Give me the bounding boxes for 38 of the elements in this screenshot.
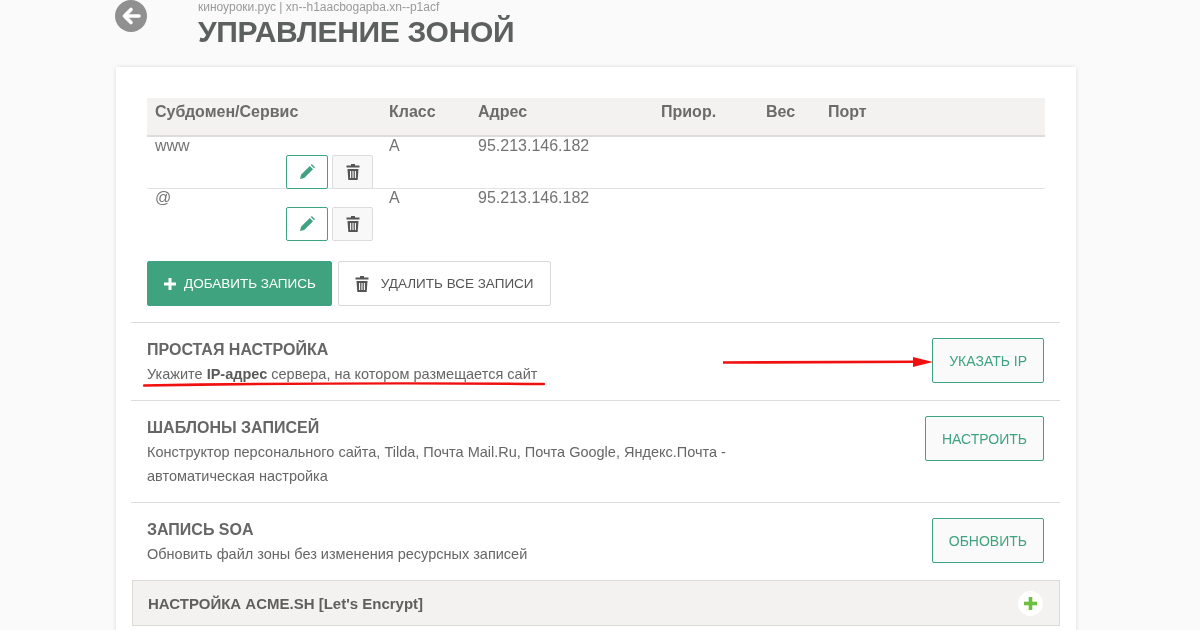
delete-button[interactable] — [332, 207, 373, 241]
pencil-icon — [299, 216, 315, 232]
table-cell-text: A — [388, 137, 400, 155]
trash-icon — [354, 275, 369, 292]
section-title: ШАБЛОНЫ ЗАПИСЕЙ — [147, 417, 320, 438]
table-cell-text: www — [154, 137, 190, 155]
section-title: ПРОСТАЯ НАСТРОЙКА — [147, 339, 329, 360]
column-header: Приор. — [660, 102, 717, 121]
table-cell-text: @ — [154, 189, 172, 207]
trash-icon — [345, 164, 360, 180]
edit-button[interactable] — [286, 155, 328, 189]
table-cell-text: 95.213.146.182 — [477, 137, 590, 155]
section-action-button[interactable]: НАСТРОИТЬ — [924, 416, 1044, 461]
column-header: Вес — [765, 102, 796, 121]
accordion-header[interactable]: НАСТРОЙКА ACME.SH [Let's Encrypt] — [132, 580, 1060, 626]
section-description: Конструктор персонального сайта, Tilda, Почта Mail.Ru, Почта Google, Яндекс.Почта - автоматическая настройка — [147, 443, 727, 486]
column-header: Порт — [827, 102, 867, 121]
table-cell-text: 95.213.146.182 — [477, 189, 590, 207]
site-subtitle: киноуроки.рус | xn--h1aacbogapba.xn--p1acf — [198, 0, 440, 14]
page-title: УПРАВЛЕНИЕ ЗОНОЙ — [198, 14, 515, 50]
table-cell-text: A — [388, 189, 400, 207]
accordion-title: НАСТРОЙКА ACME.SH [Let's Encrypt] — [148, 594, 424, 612]
section-description: Обновить файл зоны без изменения ресурсных записей — [147, 545, 528, 564]
trash-icon — [345, 216, 360, 232]
delete-button[interactable] — [332, 155, 373, 189]
pencil-icon — [299, 164, 315, 180]
column-header: Класс — [388, 102, 436, 121]
plus-icon — [164, 277, 176, 290]
section-description: Укажите IP-адрес сервера, на котором размещается сайт — [147, 365, 538, 384]
plus-icon[interactable] — [1018, 590, 1043, 616]
section-action-button[interactable]: ОБНОВИТЬ — [931, 518, 1044, 563]
edit-button[interactable] — [286, 207, 328, 241]
add-record-button[interactable]: ДОБАВИТЬ ЗАПИСЬ — [147, 261, 332, 306]
column-header: Адрес — [477, 102, 528, 121]
delete-all-button[interactable]: УДАЛИТЬ ВСЕ ЗАПИСИ — [337, 261, 551, 306]
column-header: Субдомен/Сервис — [154, 102, 299, 121]
section-title: ЗАПИСЬ SOA — [147, 520, 254, 540]
section-action-button[interactable]: УКАЗАТЬ IP — [932, 338, 1044, 383]
